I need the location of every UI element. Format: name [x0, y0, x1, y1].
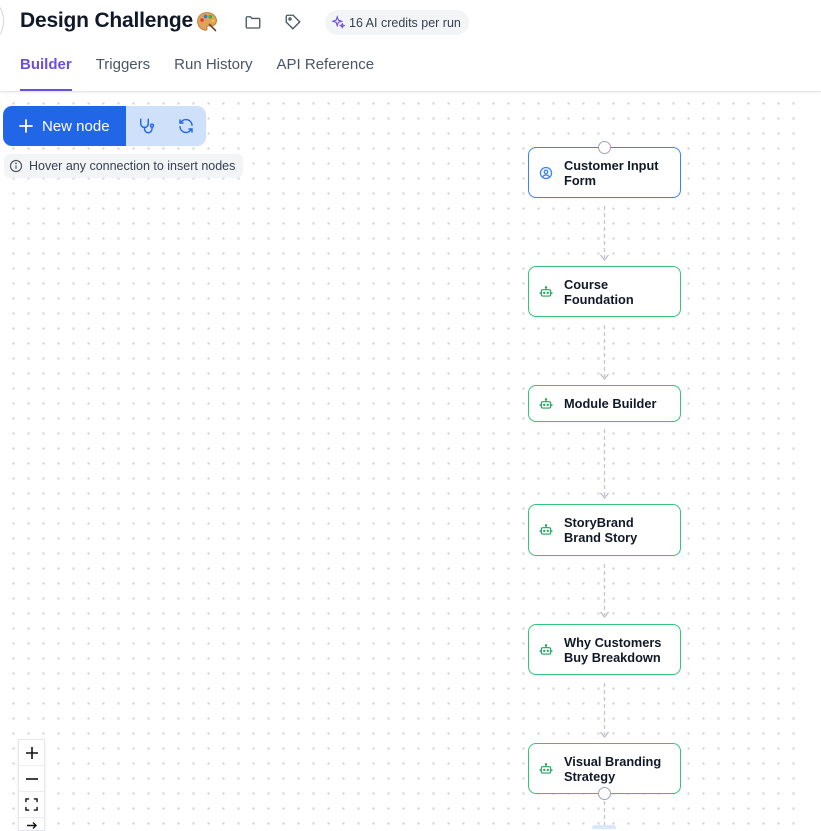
- lock-view-button[interactable]: [19, 818, 44, 830]
- robot-icon: [539, 524, 553, 535]
- tab-builder[interactable]: Builder: [20, 56, 72, 91]
- fit-view-button[interactable]: [19, 792, 44, 818]
- tab-api-reference[interactable]: API Reference: [277, 56, 375, 91]
- input-handle[interactable]: [598, 141, 611, 154]
- new-node-button[interactable]: New node: [3, 106, 126, 146]
- window-edge: [0, 4, 4, 38]
- tab-run-history[interactable]: Run History: [174, 56, 252, 91]
- node-label: Why Customers Buy Breakdown: [564, 634, 662, 665]
- tag-button[interactable]: [283, 12, 303, 32]
- plus-icon: [19, 119, 33, 133]
- artist-palette-icon: [197, 12, 217, 32]
- node-label: Course Foundation: [564, 276, 634, 307]
- node-label: StoryBrand Brand Story: [564, 515, 638, 545]
- node-label: Module Builder: [564, 396, 657, 411]
- node-customer-input-form[interactable]: Customer Input Form: [528, 147, 681, 198]
- plus-icon: [25, 746, 38, 759]
- page-title: Design Challenge: [20, 9, 194, 32]
- ai-credits-label: 16 AI credits per run: [349, 15, 461, 30]
- output-handle[interactable]: [598, 787, 611, 800]
- node-label: Customer Input Form: [564, 157, 659, 188]
- stethoscope-icon: [140, 118, 155, 134]
- info-icon: [9, 159, 23, 173]
- robot-icon: [539, 643, 553, 655]
- tag-icon: [285, 14, 301, 30]
- app-header: Design Challenge 16 AI credits per run B…: [0, 0, 821, 92]
- fit-view-icon: [25, 798, 38, 811]
- user-circle-icon: [539, 166, 553, 179]
- zoom-out-button[interactable]: [19, 766, 44, 792]
- refresh-button[interactable]: [166, 106, 206, 146]
- node-why-customers-buy-breakdown[interactable]: Why Customers Buy Breakdown: [528, 624, 681, 675]
- folder-icon: [245, 16, 261, 29]
- ai-credits-badge: 16 AI credits per run: [325, 10, 469, 35]
- tab-bar: Builder Triggers Run History API Referen…: [20, 56, 374, 91]
- canvas-scroll-track[interactable]: [807, 92, 821, 829]
- robot-icon: [539, 762, 553, 774]
- refresh-icon: [179, 118, 193, 134]
- sparkles-icon: [331, 15, 346, 29]
- zoom-controls: [18, 739, 45, 831]
- canvas-toolbar: New node: [3, 106, 206, 146]
- node-label: Visual Branding Strategy: [564, 753, 662, 784]
- robot-icon: [539, 397, 553, 409]
- workflow-canvas[interactable]: [0, 92, 821, 829]
- insert-hint: Hover any connection to insert nodes: [4, 154, 244, 178]
- node-storybrand-brand-story[interactable]: StoryBrand Brand Story: [528, 504, 681, 556]
- new-node-label: New node: [42, 117, 110, 135]
- minus-icon: [25, 777, 38, 780]
- node-course-foundation[interactable]: Course Foundation: [528, 266, 681, 317]
- folder-button[interactable]: [243, 12, 263, 32]
- zoom-in-button[interactable]: [19, 740, 44, 766]
- robot-icon: [539, 285, 553, 297]
- node-module-builder[interactable]: Module Builder: [528, 385, 681, 422]
- tab-triggers[interactable]: Triggers: [96, 56, 150, 91]
- insert-hint-text: Hover any connection to insert nodes: [29, 159, 236, 173]
- diagnose-button[interactable]: [126, 106, 166, 146]
